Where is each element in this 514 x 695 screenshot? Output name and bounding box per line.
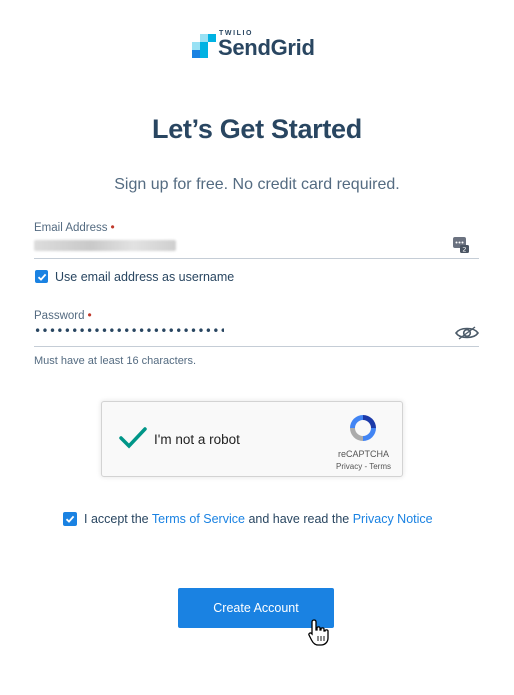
- recaptcha-label: I'm not a robot: [154, 432, 240, 447]
- use-email-username-checkbox[interactable]: [35, 270, 48, 283]
- terms-of-service-link[interactable]: Terms of Service: [152, 512, 245, 526]
- use-email-username-label[interactable]: Use email address as username: [55, 270, 234, 284]
- eye-icon[interactable]: [455, 325, 479, 341]
- recaptcha-logo-icon: [350, 415, 376, 441]
- password-label-text: Password: [34, 310, 85, 322]
- email-label-text: Email Address: [34, 222, 108, 234]
- recaptcha-checkmark-icon[interactable]: [119, 426, 147, 450]
- accept-prefix: I accept the: [84, 512, 149, 526]
- page-subtitle: Sign up for free. No credit card require…: [114, 176, 400, 193]
- checkmark-icon: [65, 515, 75, 523]
- password-field[interactable]: ••••••••••••••••••••••••••••••••: [34, 324, 224, 338]
- password-underline: [34, 346, 479, 347]
- email-field[interactable]: [34, 240, 176, 251]
- password-label: Password •: [34, 308, 92, 322]
- password-required-marker: •: [87, 308, 92, 322]
- email-underline: [34, 258, 479, 259]
- password-hint: Must have at least 16 characters.: [34, 355, 197, 367]
- accept-terms-checkbox[interactable]: [63, 512, 77, 526]
- svg-text:2: 2: [462, 246, 466, 254]
- recaptcha-widget[interactable]: I'm not a robot reCAPTCHA Privacy - Term…: [101, 401, 403, 477]
- hand-cursor-icon: [308, 619, 329, 646]
- accept-terms-text: I accept the Terms of Service and have r…: [84, 512, 433, 526]
- accept-middle: and have read the: [248, 512, 350, 526]
- privacy-notice-link[interactable]: Privacy Notice: [353, 512, 433, 526]
- sendgrid-logo-icon: [192, 34, 216, 58]
- recaptcha-terms-link[interactable]: Terms: [369, 462, 391, 471]
- recaptcha-links: Privacy - Terms: [336, 462, 391, 471]
- password-manager-icon[interactable]: 2: [452, 236, 470, 254]
- recaptcha-privacy-link[interactable]: Privacy: [336, 462, 362, 471]
- checkmark-icon: [37, 273, 46, 281]
- page-title: Let’s Get Started: [152, 114, 362, 144]
- email-required-marker: •: [110, 220, 115, 234]
- logo-sendgrid-text: SendGrid: [218, 35, 315, 60]
- email-label: Email Address •: [34, 220, 115, 234]
- sendgrid-logo: TWILIO SendGrid: [191, 30, 323, 62]
- recaptcha-link-separator: -: [364, 462, 368, 471]
- recaptcha-brand: reCAPTCHA: [338, 449, 390, 459]
